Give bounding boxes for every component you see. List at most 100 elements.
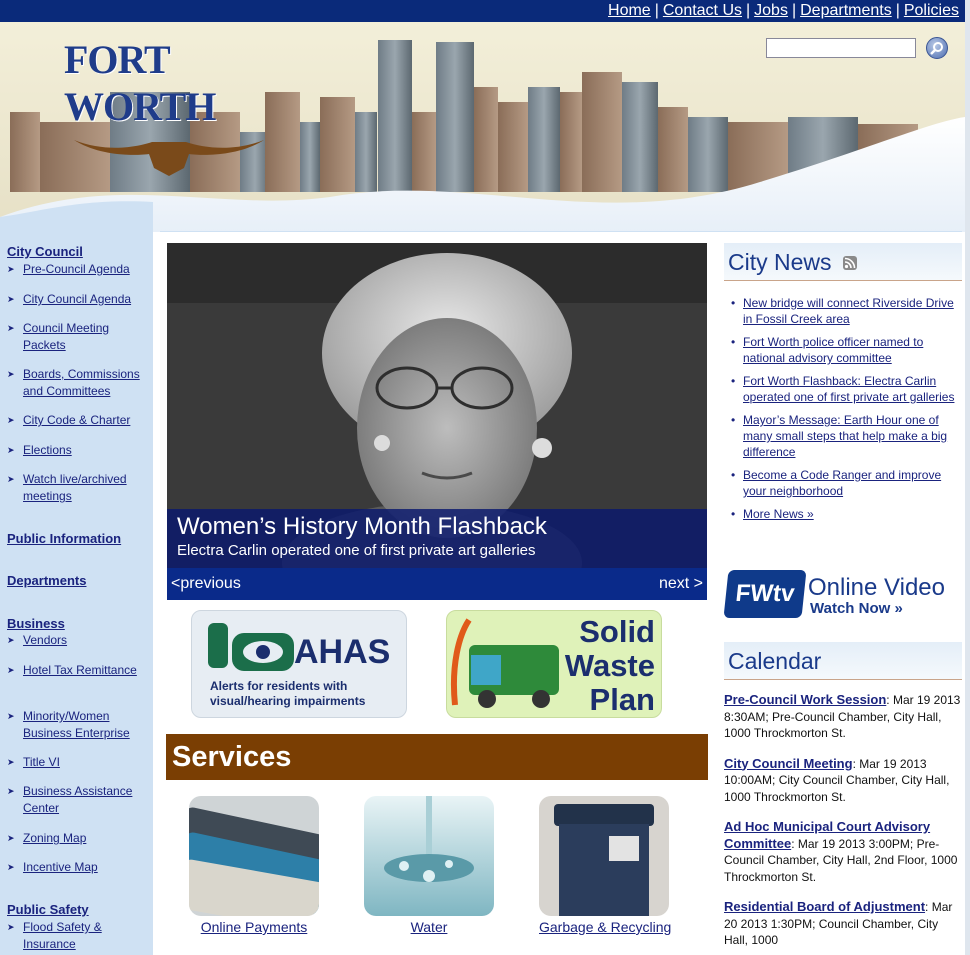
sidebar-item-mwbe[interactable]: ➤ Minority/Women Business Enterprise [7, 708, 149, 742]
nav-contact-link[interactable]: Contact Us [663, 2, 742, 19]
sidebar-item-zoning-map[interactable]: ➤ Zoning Map [7, 830, 149, 847]
online-video-banner[interactable]: FWtv Online Video Watch Now » [723, 560, 962, 626]
sidebar-item-hotel-tax[interactable]: ➤ Hotel Tax Remittance [7, 662, 149, 679]
arrow-icon: ➤ [7, 323, 15, 333]
service-label: Garbage & Recycling [539, 919, 672, 935]
sidebar-heading-public-safety[interactable]: Public Safety [7, 902, 89, 917]
credit-cards-image [189, 796, 319, 916]
ahas-title: AHAS [294, 633, 391, 671]
more-news-item: • More News » [728, 506, 960, 522]
sidebar-heading-city-council[interactable]: City Council [7, 244, 83, 259]
logo-text: FORT WORTH [64, 37, 216, 129]
arrow-icon: ➤ [7, 786, 15, 796]
bullet: • [731, 374, 736, 388]
calendar-title: Calendar [728, 648, 822, 674]
longhorn-icon [74, 140, 264, 176]
bullet: • [731, 507, 736, 521]
calendar-event: Residential Board of Adjustment: Mar 20 … [724, 899, 964, 949]
city-news-title: City News [728, 249, 832, 275]
nav-jobs-link[interactable]: Jobs [754, 2, 788, 19]
separator: | [895, 2, 900, 19]
sidebar-heading-public-information[interactable]: Public Information [7, 531, 121, 546]
arrow-icon: ➤ [7, 833, 15, 843]
next-button[interactable]: next > [659, 568, 703, 600]
solid-waste-promo-tile[interactable]: Solid Waste Plan [446, 610, 662, 718]
ahas-eye-icon [208, 623, 294, 671]
city-news-header: City News [724, 243, 962, 281]
sidebar-item-pre-council-agenda[interactable]: ➤ Pre-Council Agenda [7, 261, 149, 278]
nav-policies-link[interactable]: Policies [904, 2, 959, 19]
bullet: • [731, 413, 736, 427]
separator: | [654, 2, 659, 19]
sidebar-heading-business[interactable]: Business [7, 616, 65, 631]
sidebar-item-watch-meetings[interactable]: ➤ Watch live/archived meetings [7, 471, 149, 505]
news-link[interactable]: Fort Worth Flashback: Electra Carlin ope… [743, 374, 954, 404]
event-link[interactable]: Residential Board of Adjustment [724, 899, 925, 914]
sidebar-item-city-council-agenda[interactable]: ➤ City Council Agenda [7, 291, 149, 308]
nav-departments-link[interactable]: Departments [800, 2, 892, 19]
sidebar-item-elections[interactable]: ➤ Elections [7, 442, 149, 459]
online-video-title: Online Video [808, 574, 945, 601]
arrow-icon: ➤ [7, 635, 15, 645]
services-heading: Services [166, 734, 708, 780]
sidebar-item-city-code-charter[interactable]: ➤ City Code & Charter [7, 412, 149, 429]
top-nav-bar: Home | Contact Us | Jobs | Departments | Policie… [0, 0, 965, 22]
watch-now-link[interactable]: Watch Now » [810, 600, 903, 617]
fwtv-logo: FWtv [723, 570, 807, 618]
sidebar-item-incentive-map[interactable]: ➤ Incentive Map [7, 859, 149, 876]
rss-icon[interactable] [843, 256, 857, 270]
water-image [364, 796, 494, 916]
sidebar-heading-departments[interactable]: Departments [7, 573, 86, 588]
arrow-icon: ➤ [7, 294, 15, 304]
arrow-icon: ➤ [7, 862, 15, 872]
sidebar-item-vendors[interactable]: ➤ Vendors [7, 632, 149, 649]
news-item: • Mayor’s Message: Earth Hour one of many… [728, 412, 960, 460]
sidebar-item-boards-commissions[interactable]: ➤ Boards, Commissions and Committees [7, 366, 149, 400]
arrow-icon: ➤ [7, 369, 15, 379]
more-news-link[interactable]: More News » [743, 507, 814, 521]
news-item: • Fort Worth police officer named to nati… [728, 334, 960, 366]
page: Home | Contact Us | Jobs | Departments | Policie… [0, 0, 965, 955]
arrow-icon: ➤ [7, 665, 15, 675]
news-link[interactable]: New bridge will connect Riverside Drive … [743, 296, 954, 326]
calendar-list: Pre-Council Work Session: Mar 19 2013 8:… [724, 692, 964, 955]
sidebar-item-council-meeting-packets[interactable]: ➤ Council Meeting Packets [7, 320, 149, 354]
arrow-icon: ➤ [7, 474, 15, 484]
arrow-icon: ➤ [7, 757, 15, 767]
recycling-bin-image [539, 796, 669, 916]
bullet: • [731, 296, 736, 310]
service-garbage-recycling[interactable]: Garbage & Recycling [539, 796, 672, 935]
news-link[interactable]: Fort Worth police officer named to natio… [743, 335, 923, 365]
previous-button[interactable]: <previous [171, 568, 241, 600]
ahas-promo-tile[interactable]: AHAS Alerts for residents with visual/he… [191, 610, 407, 718]
event-link[interactable]: City Council Meeting [724, 756, 853, 771]
separator: | [791, 2, 797, 19]
calendar-event: Ad Hoc Municipal Court Advisory Committe… [724, 819, 964, 885]
hero-navigation: <previous next > [167, 568, 707, 600]
news-link[interactable]: Become a Code Ranger and improve your ne… [743, 468, 941, 498]
arrow-icon: ➤ [7, 445, 15, 455]
hero-subtitle: Electra Carlin operated one of first pri… [177, 542, 536, 559]
news-item: • New bridge will connect Riverside Drive… [728, 295, 960, 327]
service-online-payments[interactable]: Online Payments [189, 796, 319, 935]
nav-home-link[interactable]: Home [608, 2, 651, 19]
hero-slideshow: Women’s History Month Flashback Electra … [167, 243, 707, 600]
header-divider [160, 231, 962, 232]
service-water[interactable]: Water [364, 796, 494, 935]
sidebar-item-business-assistance[interactable]: ➤ Business Assistance Center [7, 783, 149, 817]
calendar-event: Pre-Council Work Session: Mar 19 2013 8:… [724, 692, 964, 742]
arrow-icon: ➤ [7, 264, 15, 274]
arrow-icon: ➤ [7, 711, 15, 721]
news-link[interactable]: Mayor’s Message: Earth Hour one of many … [743, 413, 947, 459]
search-button[interactable] [926, 37, 948, 59]
event-link[interactable]: Pre-Council Work Session [724, 692, 886, 707]
solid-waste-title: Solid Waste Plan [564, 614, 655, 717]
bullet: • [731, 468, 736, 482]
sidebar-item-flood-safety[interactable]: ➤ Flood Safety & Insurance [7, 919, 149, 953]
sidebar-item-title-vi[interactable]: ➤ Title VI [7, 754, 149, 771]
arrow-icon: ➤ [7, 922, 15, 932]
fort-worth-logo[interactable]: FORT WORTH [64, 36, 274, 176]
search-input[interactable] [766, 38, 916, 58]
bullet: • [731, 335, 736, 349]
hero-title[interactable]: Women’s History Month Flashback [177, 513, 697, 541]
